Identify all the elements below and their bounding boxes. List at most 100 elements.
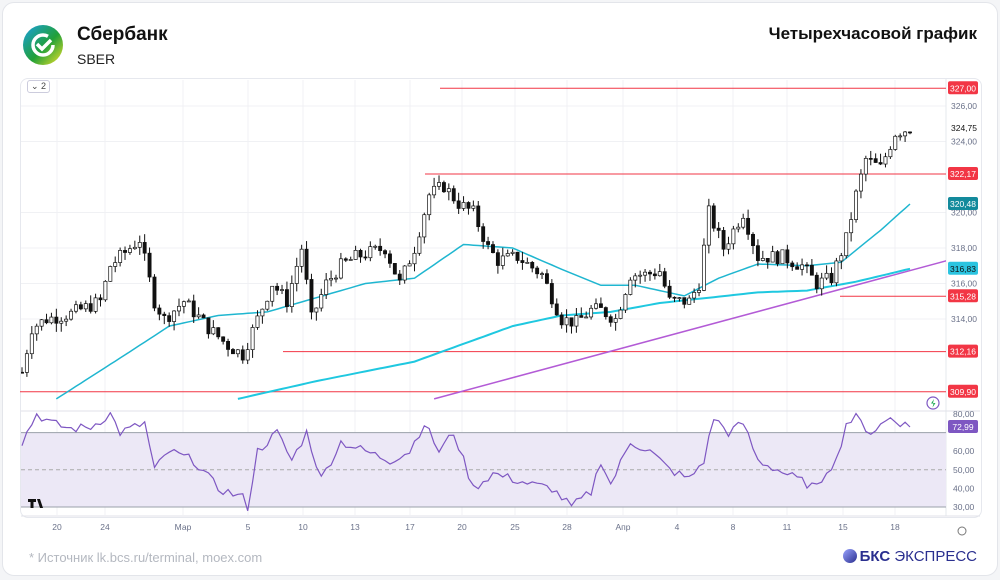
candle-body: [662, 271, 667, 287]
candle-body: [147, 252, 152, 278]
candle-body: [486, 241, 491, 245]
candle-body: [868, 158, 873, 160]
level-label: 327,00: [950, 83, 976, 93]
candle-body: [795, 266, 800, 270]
candle-body: [260, 308, 265, 317]
candle-body: [530, 262, 535, 269]
time-tick: Апр: [616, 522, 631, 532]
candle-body: [152, 276, 157, 309]
candle-body: [510, 251, 515, 254]
candle-body: [437, 182, 441, 187]
settings-icon: [957, 526, 967, 536]
candle-body: [554, 303, 559, 316]
candle-body: [559, 314, 564, 326]
time-tick: 13: [350, 522, 360, 532]
candle-body: [270, 285, 275, 302]
candle-body: [849, 219, 854, 234]
candle-body: [726, 243, 731, 250]
time-tick: 11: [783, 522, 792, 532]
candle-body: [466, 202, 471, 209]
candle-body: [245, 349, 250, 361]
candle-body: [839, 255, 844, 262]
trendline: [433, 260, 946, 400]
candle-body: [461, 202, 466, 209]
ma-slow-line: [237, 267, 911, 400]
price-tick: 324,00: [951, 137, 977, 147]
candle-body: [814, 274, 819, 290]
candle-body: [255, 315, 260, 328]
rsi-tick: 60,00: [953, 446, 975, 456]
candle-body: [697, 290, 701, 293]
candle-body: [584, 316, 589, 319]
time-tick: 24: [100, 522, 110, 532]
candle-body: [181, 301, 186, 307]
candle-body: [216, 327, 221, 338]
candle-body: [819, 277, 824, 290]
candle-body: [824, 272, 829, 279]
candle-body: [687, 297, 692, 305]
candle-body: [441, 182, 446, 193]
price-tick: 316,00: [951, 279, 977, 289]
candle-body: [69, 310, 74, 320]
candle-body: [108, 266, 113, 282]
candle-body: [736, 226, 741, 230]
time-tick: 25: [510, 522, 520, 532]
candle-body: [525, 262, 530, 264]
candle-body: [294, 265, 299, 284]
candle-body: [304, 248, 309, 280]
candle-body: [373, 245, 378, 248]
candle-body: [319, 294, 324, 309]
candle-body: [235, 349, 240, 355]
candle-body: [603, 307, 608, 318]
candle-body: [127, 248, 132, 253]
candle-body: [495, 252, 500, 266]
candle-body: [751, 233, 755, 247]
candle-body: [348, 259, 353, 261]
candle-body: [476, 205, 481, 228]
candle-body: [809, 264, 814, 276]
candle-body: [667, 285, 672, 298]
candle-body: [579, 315, 584, 318]
candle-body: [883, 156, 888, 165]
collapse-panes-button[interactable]: ⌄ 2: [27, 80, 51, 93]
candle-body: [34, 325, 39, 335]
price-tick: 314,00: [951, 314, 977, 324]
price-tick: 318,00: [951, 243, 977, 253]
candle-body: [64, 318, 69, 322]
time-tick: 20: [457, 522, 467, 532]
candle-body: [334, 277, 338, 280]
candle-body: [863, 158, 868, 175]
candle-body: [623, 294, 628, 311]
candle-body: [613, 318, 618, 323]
ma-fast-label: 320,48: [950, 199, 976, 209]
candle-body: [628, 279, 633, 295]
candle-body: [324, 279, 329, 295]
rsi-tick: 80,00: [953, 409, 975, 419]
time-tick: 5: [246, 522, 251, 532]
candle-body: [388, 253, 392, 264]
candle-body: [545, 273, 549, 284]
candle-body: [446, 188, 451, 193]
candle-body: [598, 303, 603, 308]
candle-body: [760, 257, 765, 261]
candle-body: [731, 228, 736, 245]
price-chart[interactable]: 327,00 322,17 315,28 312,16 309,90 326,00 324,…: [0, 0, 1000, 580]
candle-body: [196, 314, 201, 318]
candle-body: [456, 200, 461, 209]
candle-body: [39, 319, 44, 327]
time-tick: 28: [562, 522, 572, 532]
candle-body: [265, 300, 270, 310]
candle-body: [368, 246, 373, 259]
candle-body: [515, 251, 520, 261]
candle-body: [746, 217, 751, 235]
candle-body: [275, 285, 280, 291]
candle-body: [569, 317, 574, 327]
candle-body: [682, 297, 687, 305]
candle-body: [844, 232, 849, 257]
candle-body: [54, 316, 59, 324]
candle-body: [608, 316, 613, 323]
candle-body: [770, 251, 775, 263]
candle-body: [481, 226, 486, 242]
candle-body: [137, 242, 142, 248]
candle-body: [564, 317, 569, 326]
